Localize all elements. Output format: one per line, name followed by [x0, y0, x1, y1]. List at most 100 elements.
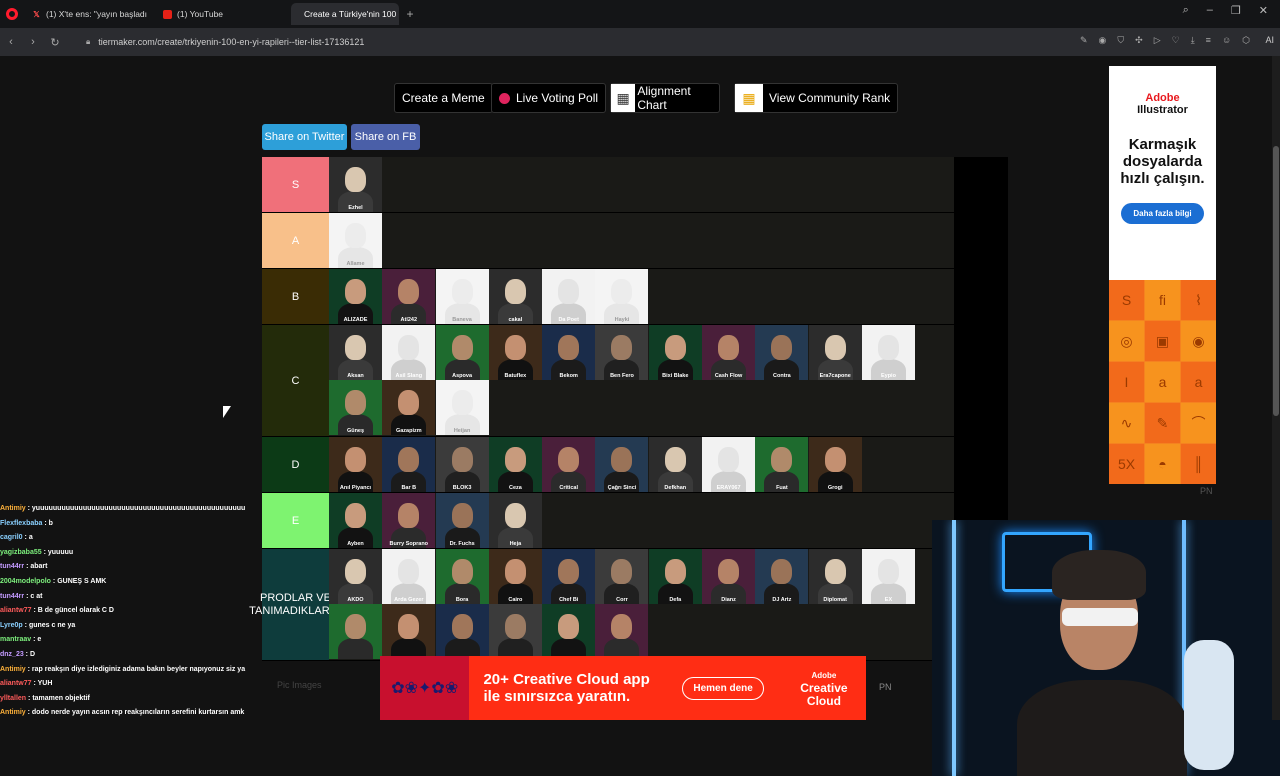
tier-item[interactable]: BLOK3 [435, 437, 489, 492]
tier-item[interactable]: Gazapizm [382, 380, 436, 435]
shield-icon[interactable]: ⛉ [1117, 35, 1124, 46]
profile-icon[interactable]: ☺ [1222, 35, 1231, 46]
close-icon[interactable]: ✕ [1259, 4, 1268, 17]
tier-item[interactable]: Bekom [542, 325, 596, 380]
tier-item[interactable]: Cairo [488, 549, 542, 604]
ad-cta-button[interactable]: Daha fazla bilgi [1121, 203, 1204, 224]
tier-item[interactable]: DJ Artz [755, 549, 809, 604]
tier-settings[interactable] [954, 437, 1008, 492]
edit-icon[interactable]: ✎ [1080, 35, 1088, 46]
tier-item[interactable]: Fuat [755, 437, 809, 492]
tier-settings[interactable] [954, 325, 1008, 436]
tier-item[interactable]: Burry Soprano [382, 493, 436, 548]
download-icon[interactable]: ⤓ [1191, 35, 1195, 46]
tier-item[interactable]: Defa [648, 549, 702, 604]
tier-item[interactable]: Era7capone [808, 325, 862, 380]
adobe-illustrator-ad[interactable]: Adobe Illustrator Karmaşık dosyalarda hı… [1109, 66, 1216, 484]
tier-item[interactable]: Heja [488, 493, 542, 548]
opera-logo-icon[interactable] [6, 8, 18, 20]
tier-item[interactable] [542, 604, 596, 659]
extension-icon[interactable]: ✣ [1135, 35, 1143, 46]
view-community-rank-button[interactable]: ▦ View Community Rank [734, 83, 899, 113]
url-field[interactable]: 🔒︎ tiermaker.com/create/trkiyenin-100-en… [86, 37, 364, 47]
tier-item[interactable]: Chef Bi [542, 549, 596, 604]
maximize-icon[interactable]: ❐ [1231, 4, 1241, 17]
tier-item[interactable]: Aspova [435, 325, 489, 380]
tier-item[interactable]: Güneş [329, 380, 382, 435]
tier-item[interactable]: Bar B [382, 437, 436, 492]
alignment-chart-button[interactable]: ▦ Alignment Chart [610, 83, 720, 113]
tier-item[interactable]: Contra [755, 325, 809, 380]
tier-item[interactable]: Anıl Piyancı [329, 437, 382, 492]
play-icon[interactable]: ▷ [1154, 35, 1161, 46]
tier-item[interactable]: Bixi Blake [648, 325, 702, 380]
tier-settings[interactable] [954, 157, 1008, 212]
tab-tiermaker[interactable]: Create a Türkiye'nin 100 - [291, 3, 400, 25]
forward-icon[interactable]: › [22, 36, 44, 48]
share-twitter-button[interactable]: Share on Twitter [262, 124, 347, 150]
tab-youtube[interactable]: (1) YouTube [155, 3, 231, 25]
search-icon[interactable]: ⌕ [1183, 4, 1189, 17]
heart-icon[interactable]: ♡ [1172, 35, 1180, 46]
tier-item[interactable] [435, 604, 489, 659]
tier-label[interactable]: S [262, 157, 329, 212]
tier-item[interactable]: Dianz [702, 549, 756, 604]
menu-icon[interactable]: ≡ [1206, 35, 1211, 46]
tier-item[interactable]: Baneva [435, 269, 489, 324]
share-fb-button[interactable]: Share on FB [351, 124, 420, 150]
tier-item[interactable]: Aksan [329, 325, 382, 380]
tier-item[interactable]: Çağrı Sinci [595, 437, 649, 492]
tier-item[interactable]: Atl242 [382, 269, 436, 324]
tier-item[interactable]: Heijan [435, 380, 489, 435]
tier-label[interactable]: PRODLAR VE TANIMADIKLARIM [249, 549, 342, 660]
minimize-icon[interactable]: – [1207, 4, 1213, 17]
tab-x[interactable]: 𝕏 (1) X'te ens: "yayın başladı [24, 3, 155, 25]
tier-item[interactable]: Bora [435, 549, 489, 604]
tier-item[interactable]: Ben Fero [595, 325, 649, 380]
new-tab-button[interactable]: + [403, 7, 417, 21]
tier-item[interactable]: Asil Slang [382, 325, 436, 380]
tier-label[interactable]: B [262, 269, 329, 324]
tier-item[interactable]: Allame [329, 213, 382, 268]
tier-item[interactable]: EX [861, 549, 915, 604]
tier-item[interactable]: Dr. Fuchs [435, 493, 489, 548]
tier-item[interactable] [488, 604, 542, 659]
tier-item[interactable]: cakal [488, 269, 542, 324]
tier-item[interactable]: Ceza [488, 437, 542, 492]
tier-item[interactable]: Hayki [595, 269, 649, 324]
tier-item[interactable]: Cash Flow [702, 325, 756, 380]
reload-icon[interactable]: ↻ [44, 36, 66, 49]
tier-item[interactable]: Da Poet [542, 269, 596, 324]
tier-label[interactable]: A [262, 213, 329, 268]
tier-item[interactable] [382, 604, 436, 659]
tier-item[interactable] [329, 604, 382, 659]
tier-item[interactable]: AKDO [329, 549, 382, 604]
cube-icon[interactable]: ⬡ [1242, 35, 1250, 46]
create-meme-button[interactable]: Create a Meme [394, 83, 493, 113]
scrollbar-thumb[interactable] [1273, 146, 1279, 416]
tier-item[interactable]: Corr [595, 549, 649, 604]
tier-item[interactable]: ERAY067 [702, 437, 756, 492]
tier-settings[interactable] [954, 213, 1008, 268]
scrollbar[interactable] [1272, 56, 1280, 720]
ai-button[interactable]: AI [1265, 35, 1274, 45]
tier-item[interactable]: Grogi [808, 437, 862, 492]
tier-item[interactable]: Diplomat [808, 549, 862, 604]
camera-icon[interactable]: ◉ [1099, 35, 1107, 46]
adobe-creative-cloud-ad[interactable]: ✿❀✦✿❀ 20+ Creative Cloud app ile sınırsı… [380, 656, 866, 720]
tier-label[interactable]: C [262, 325, 329, 436]
tier-item[interactable]: Critical [542, 437, 596, 492]
tier-item[interactable] [595, 604, 649, 659]
tier-item[interactable]: ALIZADE [329, 269, 382, 324]
ad-cta-button[interactable]: Hemen dene [682, 676, 764, 700]
tier-settings[interactable] [954, 269, 1008, 324]
tier-item[interactable]: Eypio [861, 325, 915, 380]
back-icon[interactable]: ‹ [0, 36, 22, 48]
tier-label[interactable]: D [262, 437, 329, 492]
tier-item[interactable]: Defkhan [648, 437, 702, 492]
tier-label[interactable]: E [262, 493, 329, 548]
tier-item[interactable]: Ayben [329, 493, 382, 548]
tier-item[interactable]: Ezhel [329, 157, 382, 212]
live-voting-poll-button[interactable]: Live Voting Poll [491, 83, 607, 113]
tier-item[interactable]: Batuflex [488, 325, 542, 380]
